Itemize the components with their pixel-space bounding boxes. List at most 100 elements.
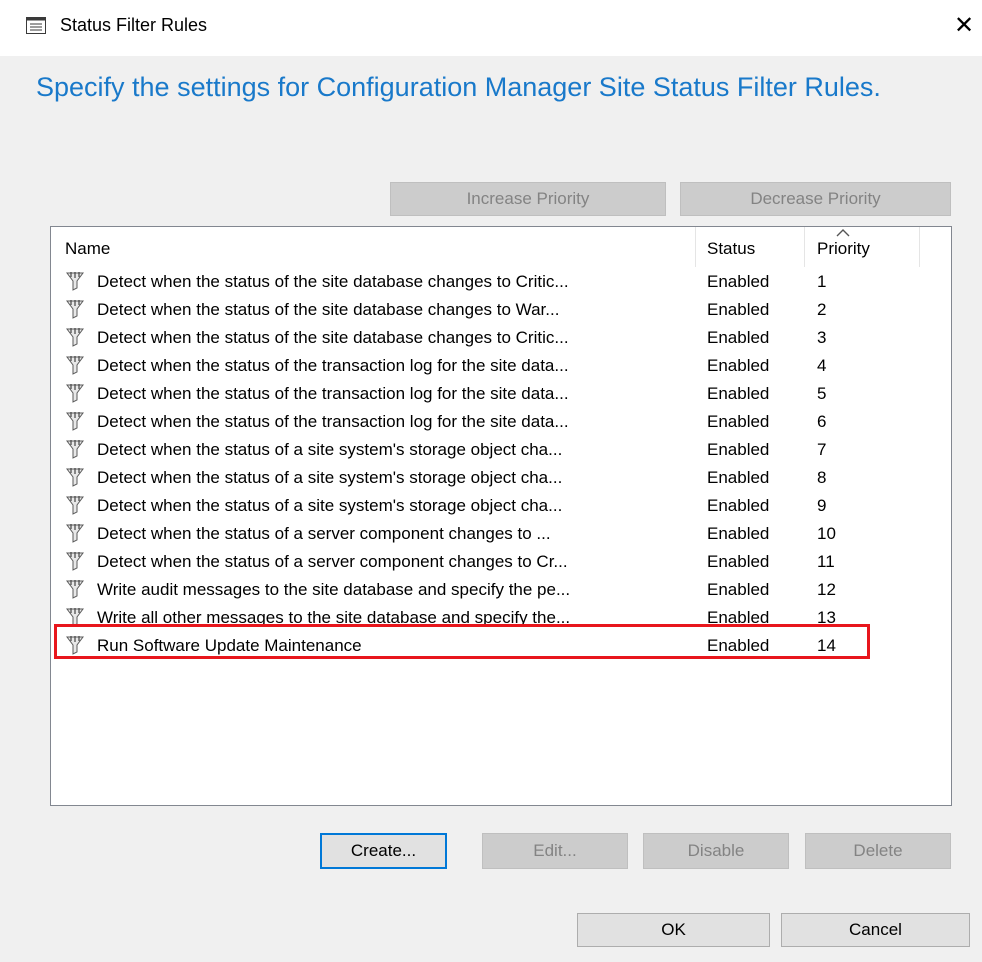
table-row[interactable]: Run Software Update Maintenance Enabled 14: [51, 633, 951, 657]
close-button[interactable]: ✕: [950, 12, 978, 40]
page-heading: Specify the settings for Configuration M…: [36, 72, 881, 102]
rule-priority: 13: [817, 608, 836, 627]
column-header-priority[interactable]: Priority: [805, 227, 919, 267]
rule-status: Enabled: [707, 608, 770, 627]
rule-priority: 9: [817, 496, 827, 515]
rule-name: Run Software Update Maintenance: [97, 636, 362, 655]
ok-label: OK: [661, 920, 686, 939]
rule-name: Detect when the status of a site system'…: [97, 468, 563, 487]
rule-priority: 5: [817, 384, 827, 403]
rule-name: Detect when the status of a server compo…: [97, 552, 568, 571]
cancel-button[interactable]: Cancel: [781, 913, 970, 947]
filter-rule-icon: [65, 467, 85, 487]
edit-button[interactable]: Edit...: [482, 833, 628, 869]
rule-name: Detect when the status of the transactio…: [97, 384, 569, 403]
delete-button[interactable]: Delete: [805, 833, 951, 869]
rule-priority: 3: [817, 328, 827, 347]
filter-rule-icon: [65, 579, 85, 599]
rule-status: Enabled: [707, 356, 770, 375]
column-header-status[interactable]: Status: [696, 227, 804, 267]
rule-status: Enabled: [707, 552, 770, 571]
filter-rule-icon: [65, 383, 85, 403]
rule-name: Detect when the status of the transactio…: [97, 356, 569, 375]
filter-rule-icon: [65, 327, 85, 347]
rule-status: Enabled: [707, 524, 770, 543]
filter-rule-icon: [65, 523, 85, 543]
window-title: Status Filter Rules: [60, 15, 208, 35]
rule-status: Enabled: [707, 412, 770, 431]
title-bar: Status Filter Rules ✕: [0, 0, 982, 56]
table-row[interactable]: Detect when the status of a server compo…: [51, 549, 951, 573]
table-row[interactable]: Detect when the status of a server compo…: [51, 521, 951, 545]
increase-priority-label: Increase Priority: [466, 189, 590, 208]
create-button[interactable]: Create...: [320, 833, 447, 869]
rule-priority: 2: [817, 300, 827, 319]
filter-rule-icon: [65, 299, 85, 319]
column-header-name-label: Name: [65, 239, 111, 258]
column-separator[interactable]: [919, 227, 920, 267]
rule-priority: 6: [817, 412, 827, 431]
table-row[interactable]: Detect when the status of the site datab…: [51, 297, 951, 321]
rule-status: Enabled: [707, 300, 770, 319]
filter-rule-icon: [65, 411, 85, 431]
rule-priority: 10: [817, 524, 836, 543]
disable-label: Disable: [687, 841, 745, 860]
column-header-status-label: Status: [707, 239, 756, 258]
sort-ascending-icon: [836, 229, 850, 237]
delete-label: Delete: [853, 841, 903, 860]
create-label: Create...: [350, 841, 417, 860]
filter-rule-icon: [65, 607, 85, 627]
filter-rule-icon: [65, 551, 85, 571]
edit-label: Edit...: [533, 841, 577, 860]
rule-status: Enabled: [707, 440, 770, 459]
decrease-priority-label: Decrease Priority: [750, 189, 881, 208]
table-row[interactable]: Detect when the status of the transactio…: [51, 353, 951, 377]
rule-name: Detect when the status of a site system'…: [97, 440, 563, 459]
cancel-label: Cancel: [849, 920, 902, 939]
table-row[interactable]: Detect when the status of a site system'…: [51, 465, 951, 489]
rule-priority: 14: [817, 636, 836, 655]
filter-rule-icon: [65, 439, 85, 459]
rule-status: Enabled: [707, 636, 770, 655]
column-header-name[interactable]: Name: [51, 227, 695, 267]
rule-name: Detect when the status of a server compo…: [97, 524, 551, 543]
table-row[interactable]: Detect when the status of the transactio…: [51, 409, 951, 433]
rule-priority: 12: [817, 580, 836, 599]
filter-rule-icon: [65, 495, 85, 515]
rule-status: Enabled: [707, 272, 770, 291]
rule-name: Detect when the status of the transactio…: [97, 412, 569, 431]
increase-priority-button[interactable]: Increase Priority: [390, 182, 666, 216]
disable-button[interactable]: Disable: [643, 833, 789, 869]
close-icon: ✕: [953, 12, 975, 39]
table-row[interactable]: Write all other messages to the site dat…: [51, 605, 951, 629]
rule-priority: 8: [817, 468, 827, 487]
ok-button[interactable]: OK: [577, 913, 770, 947]
table-row[interactable]: Detect when the status of a site system'…: [51, 437, 951, 461]
table-row[interactable]: Detect when the status of a site system'…: [51, 493, 951, 517]
rule-name: Detect when the status of the site datab…: [97, 272, 569, 291]
rule-name: Detect when the status of the site datab…: [97, 328, 569, 347]
decrease-priority-button[interactable]: Decrease Priority: [680, 182, 951, 216]
rule-name: Write all other messages to the site dat…: [97, 608, 571, 627]
rule-priority: 4: [817, 356, 827, 375]
filter-rule-icon: [65, 635, 85, 655]
rule-priority: 7: [817, 440, 827, 459]
rule-name: Write audit messages to the site databas…: [97, 580, 571, 599]
filter-rule-icon: [65, 271, 85, 291]
window-icon: [26, 17, 46, 34]
rule-name: Detect when the status of a site system'…: [97, 496, 563, 515]
table-row[interactable]: Detect when the status of the transactio…: [51, 381, 951, 405]
table-row[interactable]: Write audit messages to the site databas…: [51, 577, 951, 601]
rule-name: Detect when the status of the site datab…: [97, 300, 560, 319]
table-row[interactable]: Detect when the status of the site datab…: [51, 325, 951, 349]
rule-status: Enabled: [707, 468, 770, 487]
table-row[interactable]: Detect when the status of the site datab…: [51, 269, 951, 293]
rule-priority: 11: [817, 552, 835, 571]
rule-status: Enabled: [707, 496, 770, 515]
column-header-priority-label: Priority: [817, 239, 870, 258]
rule-priority: 1: [817, 272, 827, 291]
rules-list[interactable]: Name Status Priority Detect when the sta…: [50, 226, 952, 806]
rule-status: Enabled: [707, 580, 770, 599]
rule-status: Enabled: [707, 328, 770, 347]
filter-rule-icon: [65, 355, 85, 375]
